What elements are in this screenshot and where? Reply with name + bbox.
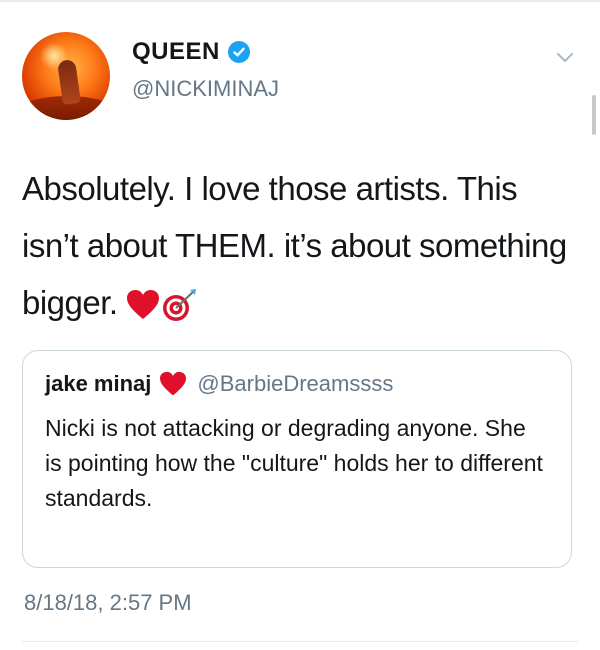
tweet-text: Absolutely. I love those artists. This i…: [22, 160, 582, 331]
red-heart-icon: [127, 290, 160, 320]
tweet-text-body: Absolutely. I love those artists. This i…: [22, 170, 567, 321]
name-row: QUEEN: [132, 38, 250, 66]
quoted-tweet-card[interactable]: jake minaj @BarbieDreamssss Nicki is not…: [22, 350, 572, 568]
chevron-down-icon[interactable]: [554, 46, 576, 68]
quoted-display-name: jake minaj: [45, 371, 152, 396]
direct-hit-icon: [163, 289, 197, 322]
bottom-divider: [22, 641, 578, 642]
red-heart-icon: [160, 371, 187, 396]
tweet-timestamp[interactable]: 8/18/18, 2:57 PM: [24, 590, 192, 616]
user-handle[interactable]: @NICKIMINAJ: [132, 76, 279, 102]
top-divider: [0, 0, 600, 2]
scrollbar[interactable]: [592, 95, 596, 135]
verified-badge-icon: [227, 41, 250, 63]
quoted-tweet-header: jake minaj @BarbieDreamssss: [45, 371, 393, 397]
quoted-user-handle: @BarbieDreamssss: [197, 371, 394, 396]
tweet-header: QUEEN @NICKIMINAJ: [22, 32, 582, 122]
quoted-tweet-text: Nicki is not attacking or degrading anyo…: [45, 415, 543, 511]
display-name[interactable]: QUEEN: [132, 38, 220, 66]
avatar[interactable]: [22, 32, 110, 120]
